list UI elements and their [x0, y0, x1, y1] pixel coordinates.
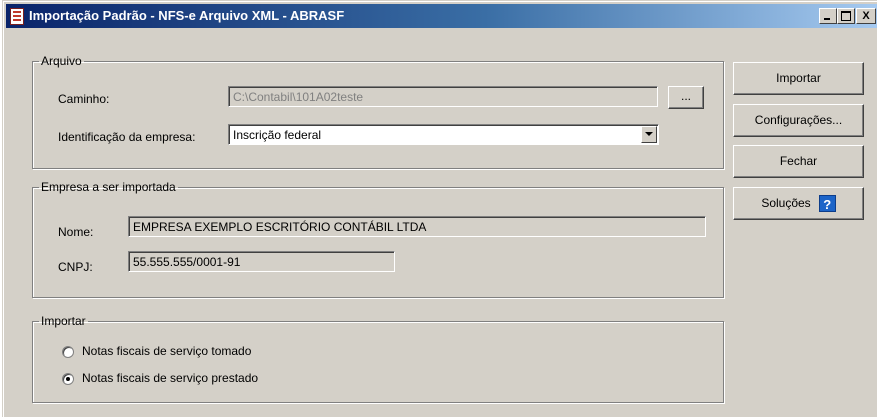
- radio-servico-tomado-label[interactable]: Notas fiscais de serviço tomado: [82, 344, 251, 358]
- minimize-button[interactable]: [819, 8, 837, 24]
- window-title: Importação Padrão - NFS-e Arquivo XML - …: [29, 8, 345, 23]
- close-button[interactable]: X: [856, 8, 876, 24]
- identificacao-label: Identificação da empresa:: [58, 130, 196, 144]
- radio-servico-tomado[interactable]: [62, 346, 74, 358]
- identificacao-select[interactable]: Inscrição federal: [228, 124, 659, 145]
- importar-group: Importar: [32, 314, 724, 403]
- identificacao-selected-value: Inscrição federal: [233, 128, 322, 142]
- dropdown-arrow-icon[interactable]: [641, 126, 657, 143]
- solucoes-button[interactable]: Soluções?: [733, 187, 864, 220]
- browse-button[interactable]: ...: [668, 86, 704, 109]
- document-app-icon: [10, 8, 24, 25]
- title-bar[interactable]: Importação Padrão - NFS-e Arquivo XML - …: [6, 4, 877, 28]
- radio-servico-prestado[interactable]: [62, 373, 74, 385]
- arquivo-group: Arquivo: [32, 54, 724, 169]
- fechar-button[interactable]: Fechar: [733, 145, 864, 178]
- cnpj-label: CNPJ:: [58, 260, 93, 274]
- minimize-icon: [824, 18, 830, 20]
- maximize-icon: [841, 11, 851, 21]
- main-window: Importação Padrão - NFS-e Arquivo XML - …: [2, 0, 877, 417]
- importar-legend: Importar: [41, 314, 86, 328]
- caminho-field[interactable]: C:\Contabil\101A02teste: [228, 86, 658, 107]
- caminho-label: Caminho:: [58, 92, 110, 106]
- arquivo-legend: Arquivo: [41, 54, 82, 68]
- solucoes-label: Soluções: [761, 196, 811, 210]
- empresa-legend: Empresa a ser importada: [41, 180, 176, 194]
- close-icon: X: [862, 10, 870, 22]
- radio-servico-prestado-label[interactable]: Notas fiscais de serviço prestado: [82, 371, 258, 385]
- importar-button[interactable]: Importar: [733, 62, 864, 95]
- maximize-button[interactable]: [837, 8, 855, 24]
- nome-label: Nome:: [58, 225, 94, 239]
- help-icon: ?: [818, 195, 836, 213]
- empresa-group: Empresa a ser importada: [32, 180, 724, 298]
- cnpj-field: 55.555.555/0001-91: [128, 251, 395, 272]
- configuracoes-button[interactable]: Configurações...: [733, 104, 864, 137]
- nome-field: EMPRESA EXEMPLO ESCRITÓRIO CONTÁBIL LTDA: [128, 216, 706, 237]
